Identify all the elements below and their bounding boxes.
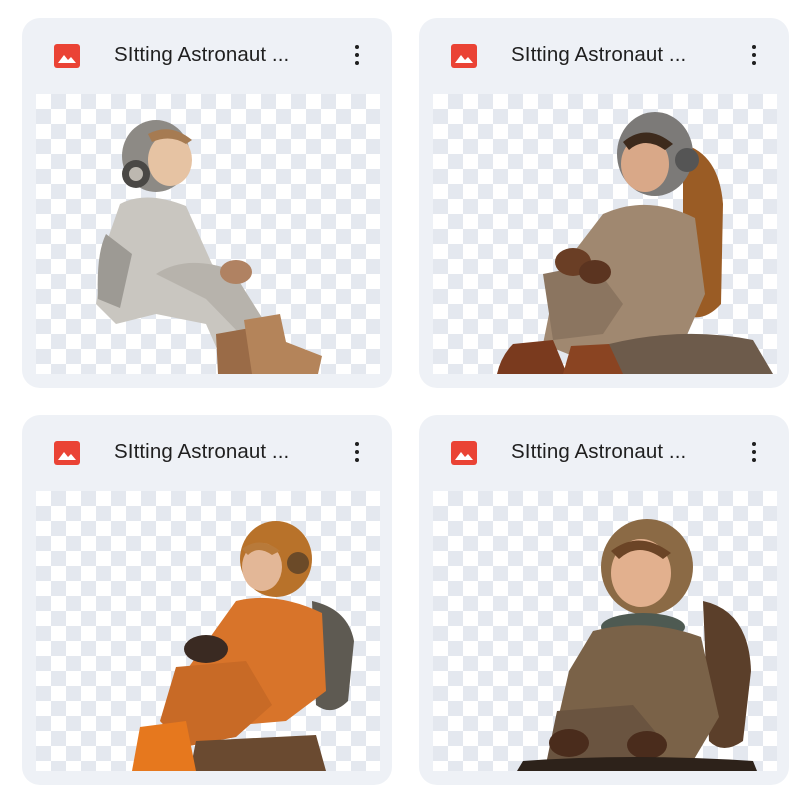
file-title[interactable]: SItting Astronaut ... [114,440,324,464]
astronaut-orange-image [132,521,354,771]
file-card[interactable]: SItting Astronaut ... [419,415,789,785]
file-title[interactable]: SItting Astronaut ... [511,440,721,464]
astronaut-silver-image [96,120,322,374]
file-card[interactable]: SItting Astronaut ... [22,18,392,388]
more-vert-icon[interactable] [739,437,769,467]
image-file-icon [451,44,477,68]
file-card-header: SItting Astronaut ... [22,18,392,94]
file-card[interactable]: SItting Astronaut ... [22,415,392,785]
astronaut-brown-image [517,519,757,771]
file-thumbnail[interactable] [433,491,777,771]
file-card-header: SItting Astronaut ... [419,415,789,491]
more-vert-icon[interactable] [342,40,372,70]
file-thumbnail[interactable] [36,491,380,771]
file-title[interactable]: SItting Astronaut ... [511,43,721,67]
more-vert-icon[interactable] [342,437,372,467]
file-card-header: SItting Astronaut ... [419,18,789,94]
file-grid: SItting Astronaut ... SItting Astronaut … [0,0,810,800]
image-file-icon [451,441,477,465]
image-file-icon [54,44,80,68]
image-file-icon [54,441,80,465]
astronaut-tan-image [497,112,773,374]
file-thumbnail[interactable] [433,94,777,374]
more-vert-icon[interactable] [739,40,769,70]
file-title[interactable]: SItting Astronaut ... [114,43,324,67]
file-card[interactable]: SItting Astronaut ... [419,18,789,388]
file-thumbnail[interactable] [36,94,380,374]
file-card-header: SItting Astronaut ... [22,415,392,491]
